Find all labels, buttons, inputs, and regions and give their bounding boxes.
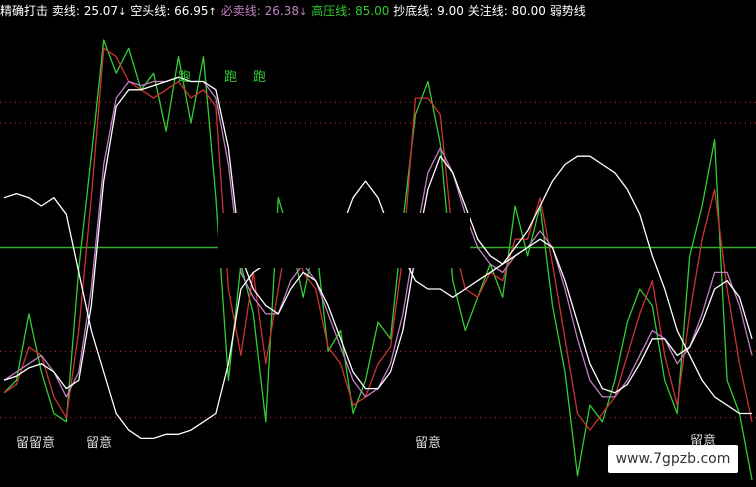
arrow-up-icon: ↑ bbox=[208, 7, 217, 18]
arrow-down-icon: ↓ bbox=[298, 7, 308, 18]
legend-item-bottom-line: 抄底线: 9.00 bbox=[393, 4, 464, 18]
blackout-band bbox=[218, 213, 470, 268]
legend-item-bear-line: 空头线: 66.95↑ bbox=[130, 4, 217, 18]
legend-item-weak-line: 弱势线 bbox=[549, 4, 586, 18]
legend-item-sell-line: 卖线: 25.07↓ bbox=[51, 4, 127, 18]
annotation-run-3: 跑 bbox=[253, 70, 267, 85]
indicator-chart bbox=[0, 0, 756, 487]
watermark-label: www.7gpzb.com bbox=[608, 445, 738, 473]
arrow-down-icon: ↓ bbox=[118, 7, 127, 18]
annotation-run-1: 跑 bbox=[178, 70, 192, 85]
legend-item-watch-line: 关注线: 80.00 bbox=[467, 4, 546, 18]
annotation-watch-3: 留意 bbox=[415, 436, 442, 451]
legend-item-high-pressure-line: 高压线: 85.00 bbox=[311, 4, 390, 18]
legend-item-must-sell-line: 必卖线: 26.38↓ bbox=[220, 4, 308, 18]
annotation-run-2: 跑 bbox=[224, 70, 238, 85]
annotation-watch-2: 留意 bbox=[86, 436, 113, 451]
legend-item-precise-strike: 精确打击 bbox=[0, 4, 49, 18]
annotation-watch-1: 留留意 bbox=[16, 436, 56, 451]
legend-bar: 精确打击 卖线: 25.07↓ 空头线: 66.95↑ 必卖线: 26.38↓ … bbox=[0, 2, 590, 22]
